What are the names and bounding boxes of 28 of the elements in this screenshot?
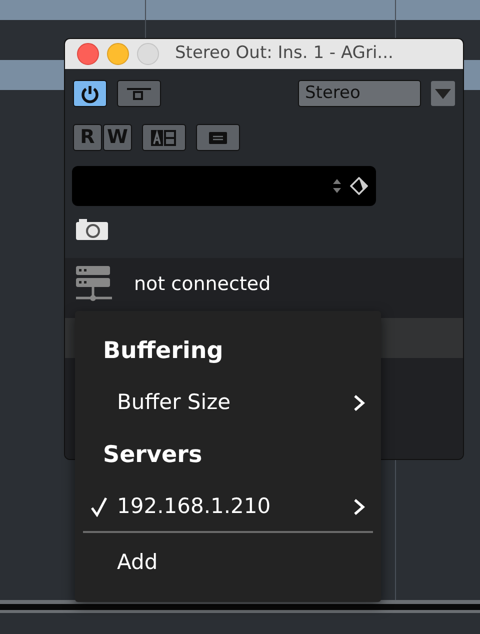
- network-server-icon: [76, 266, 112, 302]
- bypass-button[interactable]: [117, 80, 161, 107]
- preset-field[interactable]: [72, 166, 376, 206]
- menu-item[interactable]: Add: [75, 545, 381, 581]
- menu-item-label: Add: [117, 549, 158, 576]
- menu-item[interactable]: Buffer Size: [75, 385, 381, 421]
- bypass-icon: [126, 86, 152, 100]
- dropdown-button[interactable]: [431, 81, 455, 106]
- connection-status: not connected: [134, 272, 271, 297]
- menu-item[interactable]: 192.168.1.210: [75, 489, 381, 525]
- menu-section-header: Servers: [102, 440, 204, 470]
- menu-icon: [209, 132, 227, 144]
- menu-section-header: Buffering: [102, 336, 224, 366]
- menu-item-label: 192.168.1.210: [117, 493, 271, 520]
- window-title: Stereo Out: Ins. 1 - AGri...: [175, 42, 394, 66]
- menu-item-label: Buffer Size: [117, 389, 231, 416]
- minimize-button[interactable]: [107, 43, 129, 65]
- stepper-icon: [332, 177, 342, 195]
- camera-icon: [75, 218, 109, 240]
- menu-button[interactable]: [196, 124, 240, 151]
- compare-button[interactable]: [142, 124, 186, 151]
- power-icon: [80, 84, 100, 104]
- diamond-icon: [350, 177, 368, 195]
- power-button[interactable]: [73, 80, 107, 107]
- close-button[interactable]: [77, 43, 99, 65]
- triangle-down-icon: [435, 88, 451, 98]
- channel-select[interactable]: Stereo: [298, 80, 421, 107]
- ab-icon: [150, 128, 178, 146]
